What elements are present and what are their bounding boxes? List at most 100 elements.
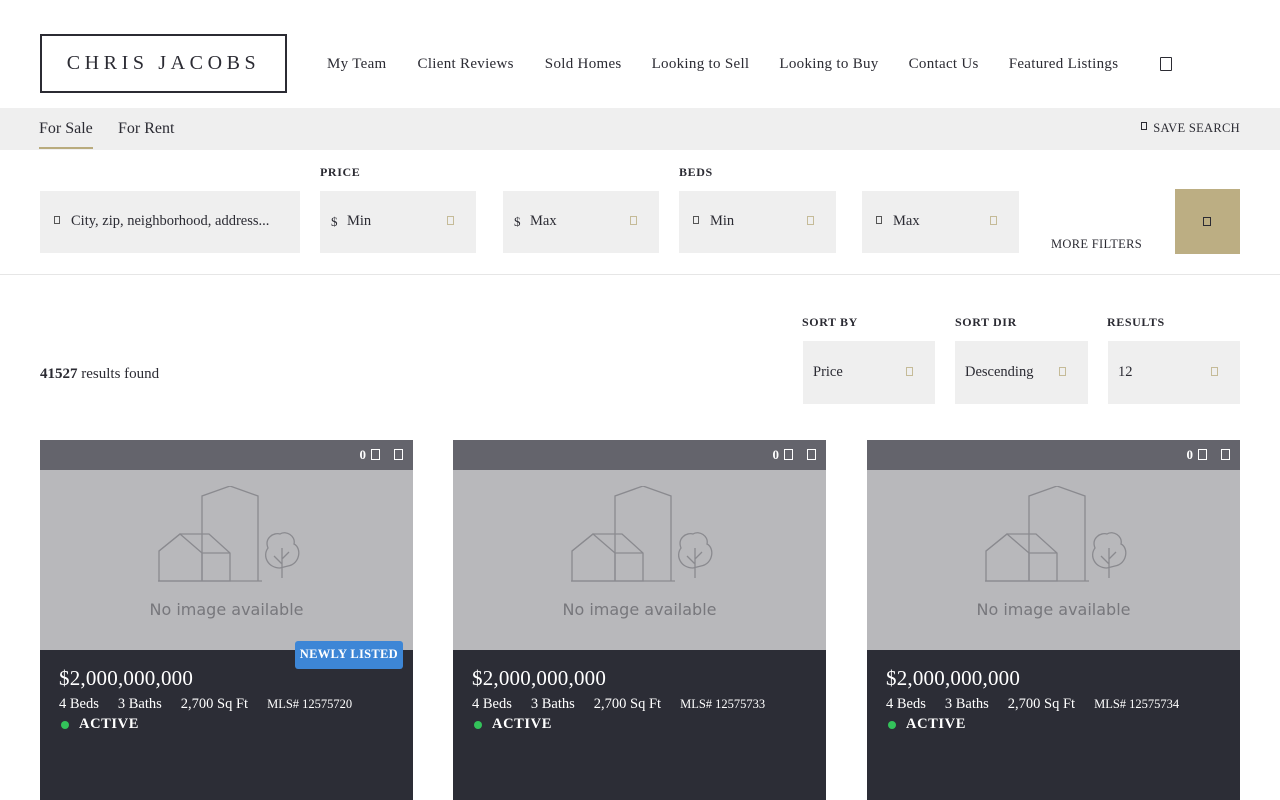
- search-icon: [1203, 217, 1211, 226]
- share-icon[interactable]: [807, 449, 816, 460]
- results-count-number: 41527: [40, 366, 78, 382]
- results-count-suffix: results found: [81, 366, 160, 382]
- listing-mls: MLS# 12575733: [680, 697, 766, 711]
- results-count: 41527 results found: [40, 366, 159, 383]
- listing-mls: MLS# 12575734: [1094, 697, 1180, 711]
- listing-sqft: 2,700 Sq Ft: [593, 696, 662, 712]
- bookmark-icon: [1141, 121, 1148, 130]
- listing-specs: 4 Beds 3 Baths 2,700 Sq Ft MLS# 12575720: [59, 696, 352, 713]
- chevron-down-icon: [447, 216, 454, 225]
- more-filters-button[interactable]: MORE FILTERS: [1051, 237, 1142, 252]
- sort-dir-select[interactable]: Descending: [955, 341, 1088, 404]
- favorites-count: 0: [1186, 447, 1194, 462]
- bed-icon: [693, 216, 699, 224]
- save-search-label: SAVE SEARCH: [1153, 121, 1240, 135]
- favorites-count: 0: [772, 447, 780, 462]
- chevron-down-icon: [807, 216, 814, 225]
- search-button[interactable]: [1175, 189, 1240, 254]
- nav-item-looking-to-sell[interactable]: Looking to Sell: [652, 56, 750, 73]
- results-per-page-label: RESULTS: [1107, 315, 1165, 329]
- listing-specs: 4 Beds 3 Baths 2,700 Sq Ft MLS# 12575733: [472, 696, 765, 713]
- newly-listed-badge: NEWLY LISTED: [294, 641, 403, 669]
- listing-status: ACTIVE: [472, 716, 552, 733]
- beds-min-value: Min: [710, 213, 735, 229]
- tab-for-rent[interactable]: For Rent: [118, 120, 174, 138]
- house-placeholder-icon: [571, 486, 713, 582]
- heart-icon[interactable]: [784, 449, 793, 460]
- results-per-page-value: 12: [1118, 364, 1133, 380]
- beds-max-select[interactable]: Max: [862, 191, 1019, 253]
- listing-mls: MLS# 12575720: [267, 697, 353, 711]
- no-image-text: No image available: [976, 600, 1131, 619]
- section-divider: [0, 274, 1280, 275]
- no-image-text: No image available: [149, 600, 304, 619]
- listing-price[interactable]: $2,000,000,000: [59, 666, 193, 691]
- price-label: PRICE: [320, 165, 361, 179]
- listing-status-label: ACTIVE: [492, 716, 552, 732]
- listing-status: ACTIVE: [59, 716, 139, 733]
- card-toolbar: 0: [40, 440, 413, 470]
- price-max-select[interactable]: $ Max: [503, 191, 659, 253]
- sort-by-value: Price: [813, 364, 843, 380]
- currency-symbol: $: [514, 214, 521, 229]
- listing-card[interactable]: 0 No image available $2,000,000,000 4 Be…: [867, 440, 1240, 800]
- tab-for-sale[interactable]: For Sale: [39, 120, 93, 149]
- heart-icon[interactable]: [1198, 449, 1207, 460]
- beds-min-select[interactable]: Min: [679, 191, 836, 253]
- status-dot-icon: [888, 720, 896, 729]
- location-icon: [54, 216, 60, 224]
- results-per-page-select[interactable]: 12: [1108, 341, 1240, 404]
- price-max-value: Max: [530, 213, 557, 229]
- listing-card[interactable]: 0 No image available $2,000,000,000 4 Be…: [453, 440, 826, 800]
- listing-price[interactable]: $2,000,000,000: [886, 666, 1020, 691]
- listing-image-placeholder[interactable]: No image available: [453, 470, 826, 650]
- chevron-down-icon: [990, 216, 997, 225]
- beds-max-value: Max: [893, 213, 920, 229]
- price-min-value: Min: [347, 213, 372, 229]
- house-placeholder-icon: [985, 486, 1127, 582]
- sort-by-label: SORT BY: [802, 315, 858, 329]
- card-toolbar: 0: [867, 440, 1240, 470]
- listing-beds: 4 Beds: [886, 696, 926, 712]
- listing-specs: 4 Beds 3 Baths 2,700 Sq Ft MLS# 12575734: [886, 696, 1179, 713]
- listing-sqft: 2,700 Sq Ft: [1007, 696, 1076, 712]
- listing-baths: 3 Baths: [530, 696, 575, 712]
- house-placeholder-icon: [158, 486, 300, 582]
- share-icon[interactable]: [1221, 449, 1230, 460]
- save-search-button[interactable]: SAVE SEARCH: [1141, 121, 1240, 136]
- nav-item-my-team[interactable]: My Team: [327, 56, 387, 73]
- listing-card[interactable]: 0 No image available NEWLY LISTED $2,000…: [40, 440, 413, 800]
- sort-dir-value: Descending: [965, 364, 1034, 380]
- nav-item-client-reviews[interactable]: Client Reviews: [418, 56, 514, 73]
- favorites-count: 0: [359, 447, 367, 462]
- listing-beds: 4 Beds: [472, 696, 512, 712]
- menu-icon[interactable]: [1160, 57, 1172, 71]
- heart-icon[interactable]: [371, 449, 380, 460]
- sort-by-select[interactable]: Price: [803, 341, 935, 404]
- listing-price[interactable]: $2,000,000,000: [472, 666, 606, 691]
- listing-sqft: 2,700 Sq Ft: [180, 696, 249, 712]
- card-toolbar: 0: [453, 440, 826, 470]
- listing-baths: 3 Baths: [944, 696, 989, 712]
- nav-item-sold-homes[interactable]: Sold Homes: [545, 56, 622, 73]
- bed-icon: [876, 216, 882, 224]
- listing-status-label: ACTIVE: [906, 716, 966, 732]
- chevron-down-icon: [1059, 367, 1066, 376]
- chevron-down-icon: [630, 216, 637, 225]
- location-search-input[interactable]: City, zip, neighborhood, address...: [40, 191, 300, 253]
- status-dot-icon: [61, 720, 69, 729]
- share-icon[interactable]: [394, 449, 403, 460]
- beds-label: BEDS: [679, 165, 713, 179]
- nav-item-looking-to-buy[interactable]: Looking to Buy: [779, 56, 878, 73]
- listing-status-label: ACTIVE: [79, 716, 139, 732]
- listing-image-placeholder[interactable]: No image available NEWLY LISTED: [40, 470, 413, 669]
- nav-item-contact-us[interactable]: Contact Us: [909, 56, 979, 73]
- site-logo[interactable]: CHRIS JACOBS: [40, 34, 287, 93]
- listing-image-placeholder[interactable]: No image available: [867, 470, 1240, 650]
- nav-item-featured-listings[interactable]: Featured Listings: [1009, 56, 1119, 73]
- price-min-select[interactable]: $ Min: [320, 191, 476, 253]
- listing-type-tabs: For Sale For Rent SAVE SEARCH: [0, 108, 1280, 150]
- status-dot-icon: [474, 720, 482, 729]
- no-image-text: No image available: [562, 600, 717, 619]
- sort-dir-label: SORT DIR: [955, 315, 1017, 329]
